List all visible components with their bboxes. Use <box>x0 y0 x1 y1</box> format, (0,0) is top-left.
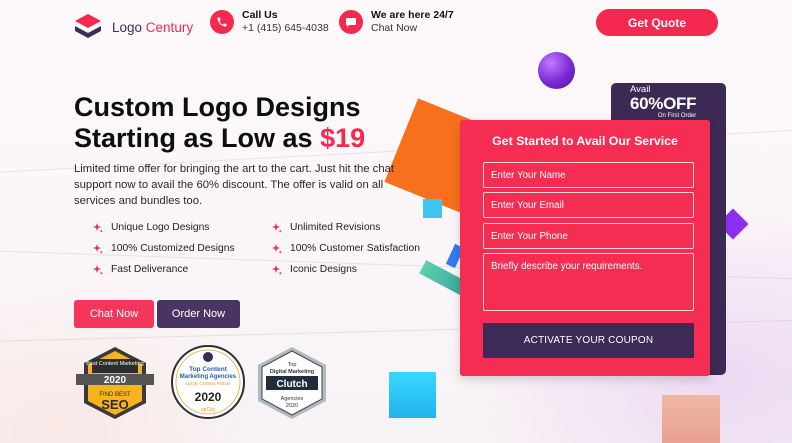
email-field[interactable]: Enter Your Email <box>483 192 694 218</box>
svg-text:upCity: upCity <box>201 407 216 413</box>
lead-form: Get Started to Avail Our Service Enter Y… <box>460 120 710 376</box>
feature-item: Iconic Designs <box>272 264 422 275</box>
sparkle-icon <box>93 243 103 254</box>
phone-field[interactable]: Enter Your Phone <box>483 223 694 249</box>
order-now-button[interactable]: Order Now <box>157 300 240 328</box>
clutch-badge: Top Digital Marketing Clutch Agencies 20… <box>258 347 326 419</box>
name-field[interactable]: Enter Your Name <box>483 162 694 188</box>
svg-text:Agencies: Agencies <box>281 396 304 402</box>
small-cyan-square <box>423 199 442 218</box>
svg-text:Clutch: Clutch <box>276 379 307 390</box>
cyan-square <box>389 372 436 418</box>
live-chat[interactable]: We are here 24/7 Chat Now <box>339 9 454 35</box>
sparkle-icon <box>272 222 282 233</box>
hero-description: Limited time offer for bringing the art … <box>74 163 395 207</box>
requirements-field[interactable]: Briefly describe your requirements. <box>483 253 694 311</box>
svg-text:Marketing Agencies: Marketing Agencies <box>180 374 237 380</box>
feature-item: 100% Customer Satisfaction <box>272 243 422 254</box>
svg-text:2020: 2020 <box>104 375 127 386</box>
logo-mark-icon <box>75 14 101 38</box>
feature-item: Fast Deliverance <box>93 264 272 275</box>
logo[interactable]: Logo Century <box>73 13 193 41</box>
svg-text:2020: 2020 <box>286 403 298 409</box>
upcity-badge: Top Content Marketing Agencies UpCity Ce… <box>171 345 245 419</box>
svg-text:Top: Top <box>288 362 297 368</box>
svg-text:Best Content Marketing: Best Content Marketing <box>86 361 143 367</box>
hero-price: $19 <box>320 123 366 153</box>
feature-list: Unique Logo Designs Unlimited Revisions … <box>93 222 422 275</box>
logo-text: Logo Century <box>112 19 194 35</box>
peach-square <box>662 395 720 443</box>
call-us[interactable]: Call Us +1 (415) 645-4038 <box>210 9 329 35</box>
svg-text:2020: 2020 <box>195 390 222 404</box>
chat-now-button[interactable]: Chat Now <box>74 300 154 328</box>
call-us-title: Call Us <box>242 9 278 21</box>
chat-title: We are here 24/7 <box>371 9 454 21</box>
svg-text:SEO: SEO <box>101 397 128 412</box>
sparkle-icon <box>93 264 103 275</box>
offer-label: Avail 60%OFF On First Order <box>630 84 697 119</box>
chat-icon <box>339 10 363 34</box>
svg-text:Digital Marketing: Digital Marketing <box>270 369 314 375</box>
activate-coupon-button[interactable]: ACTIVATE YOUR COUPON <box>483 323 694 358</box>
best-seo-badge: Best Content Marketing 2020 FIND BEST SE… <box>76 347 154 419</box>
phone-icon <box>210 10 234 34</box>
purple-sphere <box>538 52 575 89</box>
sparkle-icon <box>272 264 282 275</box>
feature-item: 100% Customized Designs <box>93 243 272 254</box>
svg-text:Top Content: Top Content <box>189 366 228 373</box>
svg-text:UpCity Certified Partner: UpCity Certified Partner <box>185 381 231 386</box>
chat-now-link[interactable]: Chat Now <box>371 22 454 35</box>
sparkle-icon <box>272 243 282 254</box>
form-title: Get Started to Avail Our Service <box>492 134 678 148</box>
phone-number[interactable]: +1 (415) 645-4038 <box>242 22 329 35</box>
hero-title: Custom Logo Designs Starting as Low as $… <box>74 92 366 153</box>
feature-item: Unique Logo Designs <box>93 222 272 233</box>
get-quote-button[interactable]: Get Quote <box>596 9 718 36</box>
feature-item: Unlimited Revisions <box>272 222 422 233</box>
sparkle-icon <box>93 222 103 233</box>
